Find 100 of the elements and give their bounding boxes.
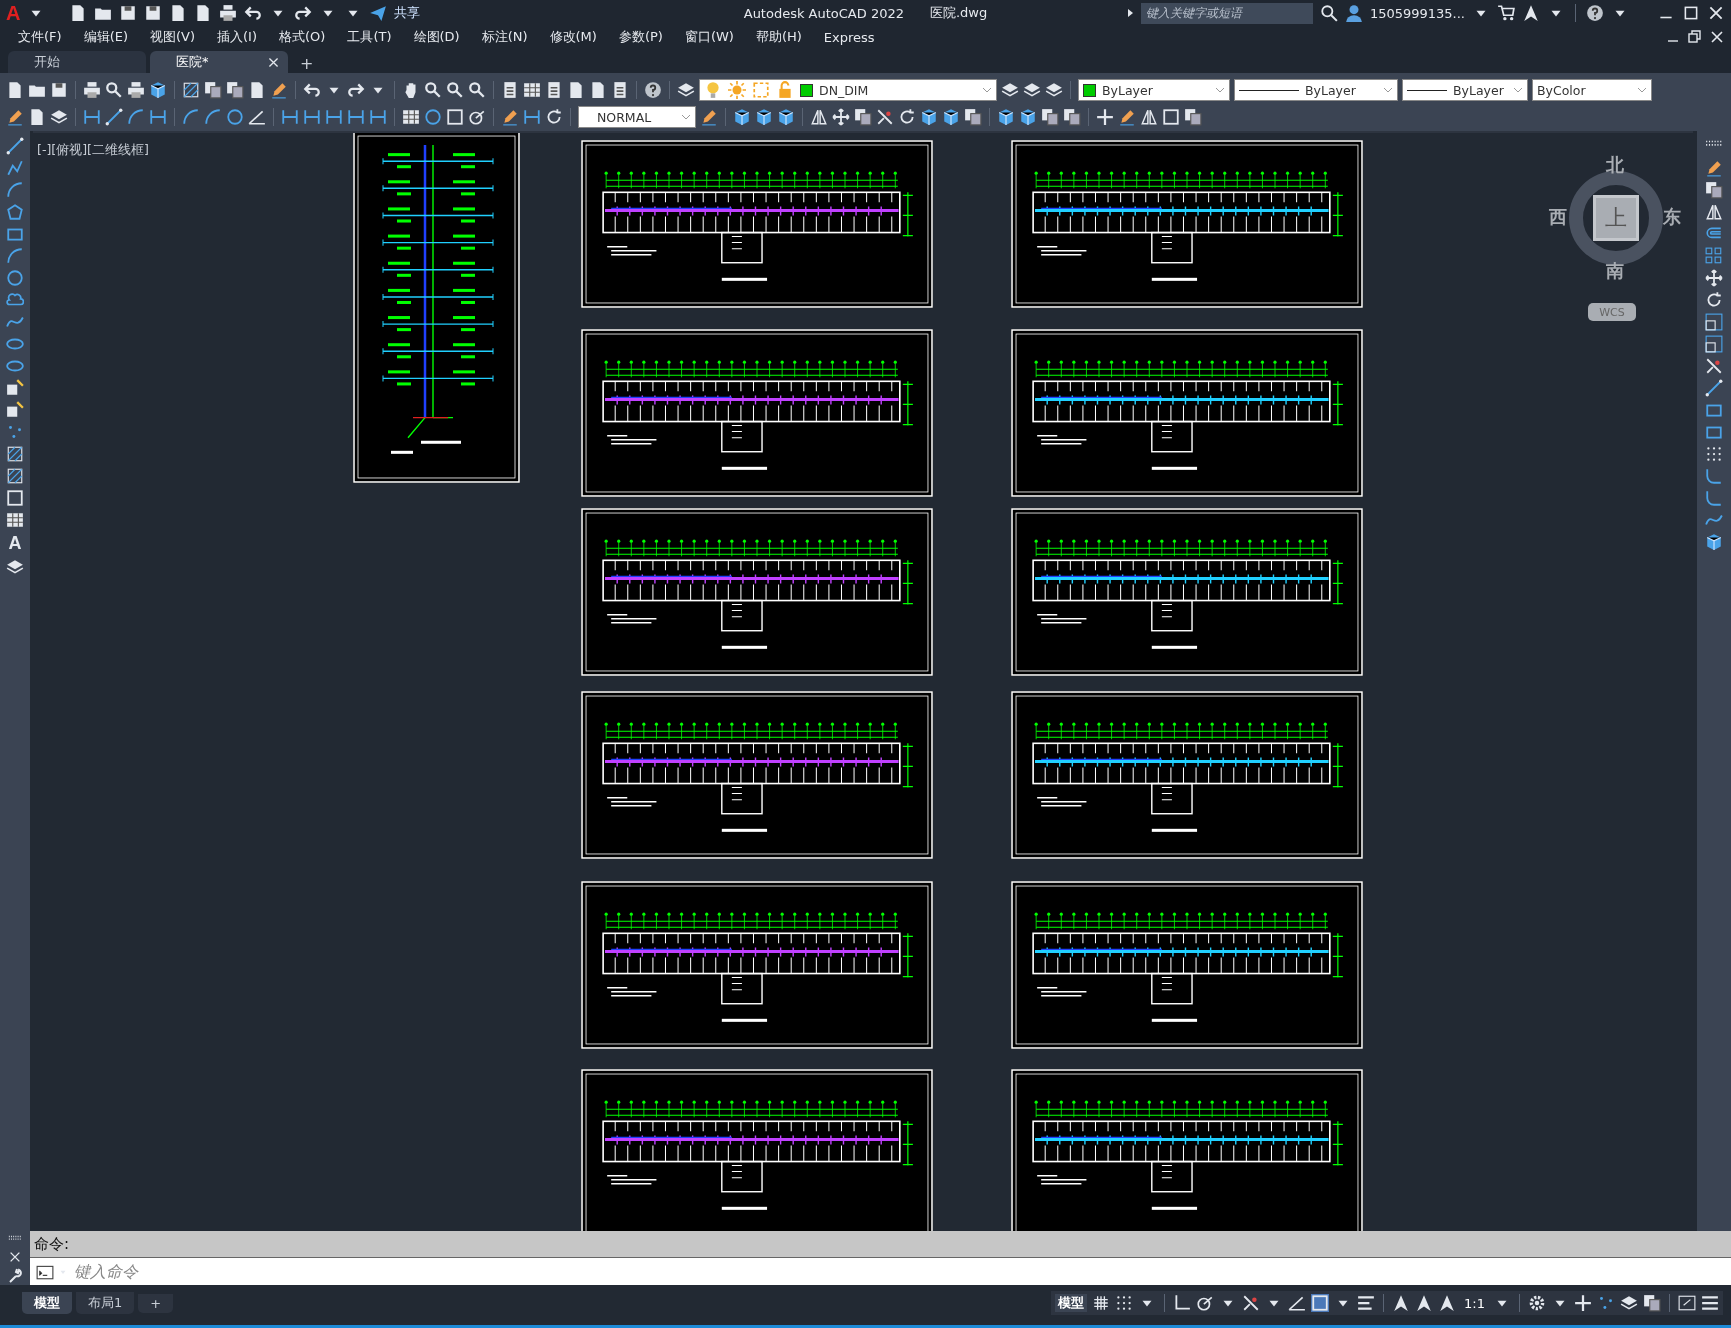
model-space-button[interactable]: 模型 xyxy=(1055,1294,1088,1313)
pencil-icon[interactable] xyxy=(700,108,718,127)
dimension-style-dropdown[interactable]: NORMAL xyxy=(578,106,696,129)
undo-icon[interactable] xyxy=(244,4,263,23)
paper-plane-icon[interactable] xyxy=(369,4,388,23)
share-button[interactable]: 共享 xyxy=(394,4,421,23)
arc-icon[interactable] xyxy=(182,108,200,127)
user-name[interactable]: 1505999135... xyxy=(1369,5,1465,21)
annotation-scale-button[interactable]: 1:1 xyxy=(1461,1295,1488,1311)
plus-icon[interactable] xyxy=(1574,1294,1592,1313)
circle-icon[interactable] xyxy=(424,108,442,127)
pencil-icon[interactable] xyxy=(501,108,519,127)
save-icon[interactable] xyxy=(144,4,163,23)
gear-icon[interactable] xyxy=(1528,1294,1546,1313)
dropdown-caret-icon[interactable] xyxy=(1637,86,1647,95)
new-file-icon[interactable] xyxy=(28,108,46,127)
polar-icon[interactable] xyxy=(468,108,486,127)
user-icon[interactable] xyxy=(1344,4,1363,23)
menu-item[interactable]: 帮助(H) xyxy=(755,28,812,47)
table-icon[interactable] xyxy=(6,511,24,530)
block-icon[interactable] xyxy=(6,379,24,398)
dimension-icon[interactable] xyxy=(369,108,387,127)
compass-label[interactable]: 南 xyxy=(1606,259,1624,284)
selection-box-icon[interactable] xyxy=(6,489,24,508)
dropdown-caret-icon[interactable] xyxy=(1383,86,1393,95)
close-icon[interactable] xyxy=(267,55,280,69)
annotation-icon[interactable] xyxy=(1392,1294,1411,1313)
copy-icon[interactable] xyxy=(854,108,872,127)
dimension-icon[interactable] xyxy=(303,108,321,127)
dimension-icon[interactable] xyxy=(347,108,365,127)
annotation-icon[interactable] xyxy=(1415,1294,1434,1313)
menu-item[interactable]: 编辑(E) xyxy=(83,28,138,47)
lineweight-icon[interactable] xyxy=(1357,1294,1376,1313)
calculator-icon[interactable] xyxy=(611,81,629,100)
menu-item[interactable]: 文件(F) xyxy=(18,28,72,47)
calculator-icon[interactable] xyxy=(501,81,519,100)
selection-box-icon[interactable] xyxy=(1162,108,1180,127)
compass-label[interactable]: 东 xyxy=(1663,205,1681,230)
new-file-icon[interactable] xyxy=(6,81,24,100)
grid-icon[interactable] xyxy=(1092,1294,1111,1313)
trim-icon[interactable] xyxy=(1705,357,1723,376)
cube-icon[interactable] xyxy=(997,108,1015,127)
trim-icon[interactable] xyxy=(876,108,894,127)
cube-icon[interactable] xyxy=(920,108,938,127)
menu-item[interactable]: 参数(P) xyxy=(618,28,673,47)
mirror-icon[interactable] xyxy=(810,108,828,127)
arc-icon[interactable] xyxy=(6,247,24,266)
plot-style-dropdown[interactable]: ByColor xyxy=(1532,79,1652,102)
scale-icon[interactable] xyxy=(1705,335,1723,354)
pencil-icon[interactable] xyxy=(1705,159,1723,178)
trim-icon[interactable] xyxy=(1242,1294,1261,1313)
copy-icon[interactable] xyxy=(964,108,982,127)
angle-icon[interactable] xyxy=(1288,1294,1307,1313)
polar-icon[interactable] xyxy=(1196,1294,1215,1313)
pencil-icon[interactable] xyxy=(1118,108,1136,127)
menu-item[interactable]: 绘图(D) xyxy=(413,28,470,47)
dimension-icon[interactable] xyxy=(523,108,541,127)
dimension-icon[interactable] xyxy=(281,108,299,127)
cart-icon[interactable] xyxy=(1497,4,1515,23)
block-icon[interactable] xyxy=(6,401,24,420)
help-icon[interactable] xyxy=(644,81,662,100)
menu-item[interactable]: 格式(O) xyxy=(279,28,336,47)
wrench-icon[interactable] xyxy=(7,1267,23,1284)
mirror-icon[interactable] xyxy=(1705,203,1723,222)
redo-icon[interactable] xyxy=(294,4,313,23)
copy-icon[interactable] xyxy=(1041,108,1059,127)
table-icon[interactable] xyxy=(523,81,541,100)
angle-icon[interactable] xyxy=(248,108,266,127)
move-icon[interactable] xyxy=(1705,269,1723,288)
lineweight-dropdown[interactable]: ByLayer xyxy=(1402,79,1528,102)
menu-item[interactable]: 工具(T) xyxy=(347,28,402,47)
compass-label[interactable]: 西 xyxy=(1549,205,1567,230)
circle-icon[interactable] xyxy=(6,269,24,288)
help-icon[interactable] xyxy=(1586,4,1604,23)
cube-icon[interactable] xyxy=(1019,108,1037,127)
annotation-icon[interactable] xyxy=(1438,1294,1457,1313)
menu-icon[interactable] xyxy=(1701,1294,1719,1313)
dropdown-caret-icon[interactable] xyxy=(1215,86,1225,95)
line-icon[interactable] xyxy=(6,137,24,156)
dimension-icon[interactable] xyxy=(83,108,101,127)
copy-icon[interactable] xyxy=(1705,181,1723,200)
copy-icon[interactable] xyxy=(204,81,222,100)
cube-icon[interactable] xyxy=(755,108,773,127)
cube-icon[interactable] xyxy=(1705,533,1723,552)
dimension-icon[interactable] xyxy=(149,108,167,127)
menu-item[interactable]: 插入(I) xyxy=(217,28,267,47)
restore-icon[interactable] xyxy=(1687,29,1703,46)
snap-dots-icon[interactable] xyxy=(1705,445,1723,464)
text-tool[interactable]: A xyxy=(8,533,22,555)
new-file-icon[interactable] xyxy=(567,81,585,100)
copy-icon[interactable] xyxy=(1063,108,1081,127)
new-file-icon[interactable] xyxy=(589,81,607,100)
magnifier-icon[interactable] xyxy=(424,81,442,100)
selection-box-icon[interactable] xyxy=(446,108,464,127)
document-tab[interactable]: 医院* xyxy=(150,51,288,74)
printer-icon[interactable] xyxy=(219,4,238,23)
hatch-icon[interactable] xyxy=(6,445,24,464)
copy-icon[interactable] xyxy=(1184,108,1202,127)
printer-icon[interactable] xyxy=(83,81,101,100)
layer-dropdown[interactable]: DN_DIM xyxy=(699,79,997,102)
